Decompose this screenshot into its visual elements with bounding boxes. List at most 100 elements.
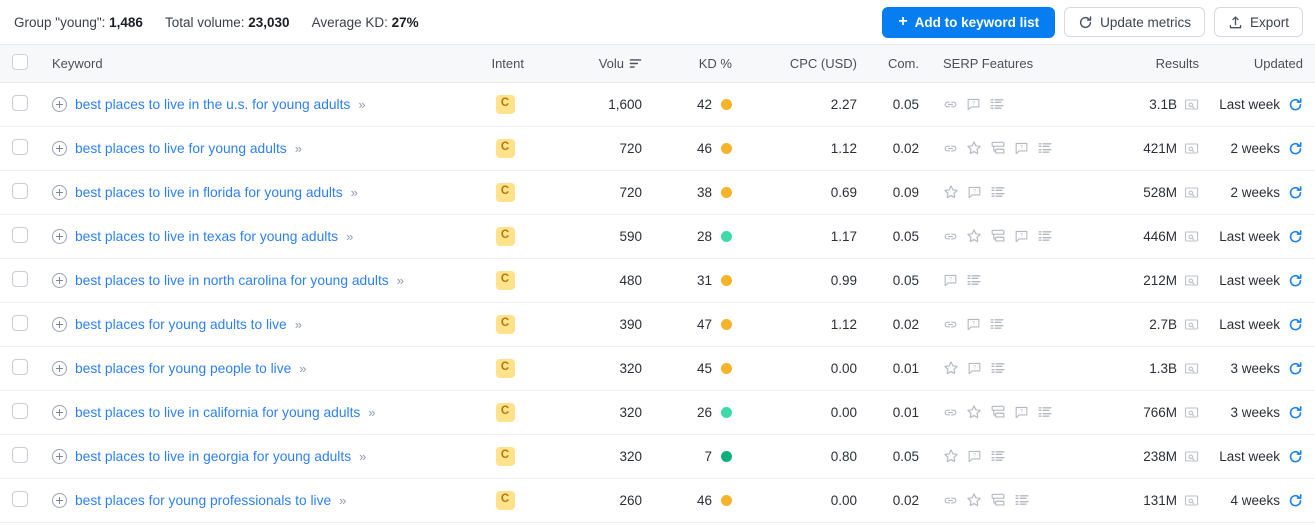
keyword-link[interactable]: best places to live in california for yo… xyxy=(75,405,360,420)
serp-feature-featured-snippet-icon[interactable] xyxy=(990,448,1006,464)
serp-feature-sitelinks-icon[interactable] xyxy=(990,492,1006,508)
keyword-link[interactable]: best places for young adults to live xyxy=(75,317,287,332)
intent-badge[interactable]: C xyxy=(495,226,515,246)
update-row-metrics-icon[interactable] xyxy=(1288,185,1303,200)
intent-badge[interactable]: C xyxy=(495,314,515,334)
add-keyword-icon[interactable] xyxy=(52,184,67,200)
serp-feature-featured-snippet-icon[interactable] xyxy=(1014,492,1030,508)
chevron-double-right-icon[interactable]: » xyxy=(351,185,358,200)
serp-feature-featured-snippet-icon[interactable] xyxy=(989,96,1005,112)
row-checkbox[interactable] xyxy=(12,226,28,243)
add-keyword-icon[interactable] xyxy=(52,448,67,464)
row-checkbox[interactable] xyxy=(12,314,28,331)
column-header-cpc[interactable]: CPC (USD) xyxy=(744,45,869,83)
intent-badge[interactable]: C xyxy=(495,446,515,466)
serp-feature-reviews-star-icon[interactable] xyxy=(966,228,982,244)
serp-feature-reviews-star-icon[interactable] xyxy=(966,492,982,508)
keyword-link[interactable]: best places to live in north carolina fo… xyxy=(75,273,389,288)
view-serp-icon[interactable] xyxy=(1184,493,1199,508)
update-row-metrics-icon[interactable] xyxy=(1288,273,1303,288)
row-checkbox[interactable] xyxy=(12,182,28,199)
row-checkbox[interactable] xyxy=(12,358,28,375)
add-keyword-icon[interactable] xyxy=(52,272,67,288)
add-keyword-icon[interactable] xyxy=(52,404,67,420)
intent-badge[interactable]: C xyxy=(495,270,515,290)
serp-feature-featured-snippet-icon[interactable] xyxy=(990,360,1006,376)
intent-badge[interactable]: C xyxy=(495,490,515,510)
row-checkbox[interactable] xyxy=(12,270,28,287)
view-serp-icon[interactable] xyxy=(1184,229,1199,244)
update-row-metrics-icon[interactable] xyxy=(1288,405,1303,420)
view-serp-icon[interactable] xyxy=(1184,361,1199,376)
intent-badge[interactable]: C xyxy=(495,402,515,422)
column-header-volume[interactable]: Volu xyxy=(536,45,654,83)
keyword-link[interactable]: best places to live in florida for young… xyxy=(75,185,343,200)
keyword-link[interactable]: best places to live in the u.s. for youn… xyxy=(75,97,350,112)
serp-feature-link-icon[interactable] xyxy=(943,493,958,508)
add-keyword-icon[interactable] xyxy=(52,316,67,332)
sort-descending-icon[interactable] xyxy=(629,57,642,70)
chevron-double-right-icon[interactable]: » xyxy=(359,449,366,464)
chevron-double-right-icon[interactable]: » xyxy=(299,361,306,376)
serp-feature-faq-icon[interactable]: ? xyxy=(1014,405,1029,420)
update-row-metrics-icon[interactable] xyxy=(1288,317,1303,332)
serp-feature-faq-icon[interactable]: ? xyxy=(967,185,982,200)
keyword-link[interactable]: best places for young people to live xyxy=(75,361,291,376)
row-checkbox[interactable] xyxy=(12,490,28,507)
update-row-metrics-icon[interactable] xyxy=(1288,449,1303,464)
serp-feature-featured-snippet-icon[interactable] xyxy=(966,272,982,288)
view-serp-icon[interactable] xyxy=(1184,317,1199,332)
view-serp-icon[interactable] xyxy=(1184,449,1199,464)
intent-badge[interactable]: C xyxy=(495,182,515,202)
view-serp-icon[interactable] xyxy=(1184,405,1199,420)
serp-feature-faq-icon[interactable]: ? xyxy=(966,317,981,332)
row-checkbox[interactable] xyxy=(12,138,28,155)
serp-feature-faq-icon[interactable]: ? xyxy=(943,273,958,288)
serp-feature-link-icon[interactable] xyxy=(943,229,958,244)
chevron-double-right-icon[interactable]: » xyxy=(339,493,346,508)
serp-feature-sitelinks-icon[interactable] xyxy=(990,140,1006,156)
keyword-link[interactable]: best places for young professionals to l… xyxy=(75,493,331,508)
serp-feature-faq-icon[interactable]: ? xyxy=(1014,141,1029,156)
view-serp-icon[interactable] xyxy=(1184,97,1199,112)
intent-badge[interactable]: C xyxy=(495,358,515,378)
serp-feature-link-icon[interactable] xyxy=(943,405,958,420)
update-row-metrics-icon[interactable] xyxy=(1288,229,1303,244)
serp-feature-sitelinks-icon[interactable] xyxy=(990,404,1006,420)
chevron-double-right-icon[interactable]: » xyxy=(346,229,353,244)
serp-feature-featured-snippet-icon[interactable] xyxy=(989,316,1005,332)
serp-feature-link-icon[interactable] xyxy=(943,97,958,112)
export-button[interactable]: Export xyxy=(1213,7,1303,37)
serp-feature-featured-snippet-icon[interactable] xyxy=(990,184,1006,200)
view-serp-icon[interactable] xyxy=(1184,185,1199,200)
chevron-double-right-icon[interactable]: » xyxy=(397,273,404,288)
add-keyword-icon[interactable] xyxy=(52,360,67,376)
serp-feature-link-icon[interactable] xyxy=(943,317,958,332)
update-row-metrics-icon[interactable] xyxy=(1288,97,1303,112)
view-serp-icon[interactable] xyxy=(1184,273,1199,288)
keyword-link[interactable]: best places to live in georgia for young… xyxy=(75,449,351,464)
serp-feature-reviews-star-icon[interactable] xyxy=(943,448,959,464)
column-header-updated[interactable]: Updated xyxy=(1211,45,1315,83)
serp-feature-featured-snippet-icon[interactable] xyxy=(1037,228,1053,244)
update-row-metrics-icon[interactable] xyxy=(1288,141,1303,156)
serp-feature-link-icon[interactable] xyxy=(943,141,958,156)
add-keyword-icon[interactable] xyxy=(52,96,67,112)
serp-feature-reviews-star-icon[interactable] xyxy=(943,184,959,200)
column-header-keyword[interactable]: Keyword xyxy=(40,45,474,83)
serp-feature-reviews-star-icon[interactable] xyxy=(966,140,982,156)
view-serp-icon[interactable] xyxy=(1184,141,1199,156)
select-all-checkbox[interactable] xyxy=(12,53,28,70)
serp-feature-reviews-star-icon[interactable] xyxy=(943,360,959,376)
chevron-double-right-icon[interactable]: » xyxy=(295,317,302,332)
serp-feature-faq-icon[interactable]: ? xyxy=(966,97,981,112)
serp-feature-faq-icon[interactable]: ? xyxy=(967,449,982,464)
column-header-intent[interactable]: Intent xyxy=(474,45,536,83)
keyword-link[interactable]: best places to live in texas for young a… xyxy=(75,229,338,244)
serp-feature-reviews-star-icon[interactable] xyxy=(966,404,982,420)
column-header-serp-features[interactable]: SERP Features xyxy=(931,45,1101,83)
add-keyword-icon[interactable] xyxy=(52,228,67,244)
intent-badge[interactable]: C xyxy=(495,138,515,158)
serp-feature-faq-icon[interactable]: ? xyxy=(1014,229,1029,244)
update-row-metrics-icon[interactable] xyxy=(1288,493,1303,508)
